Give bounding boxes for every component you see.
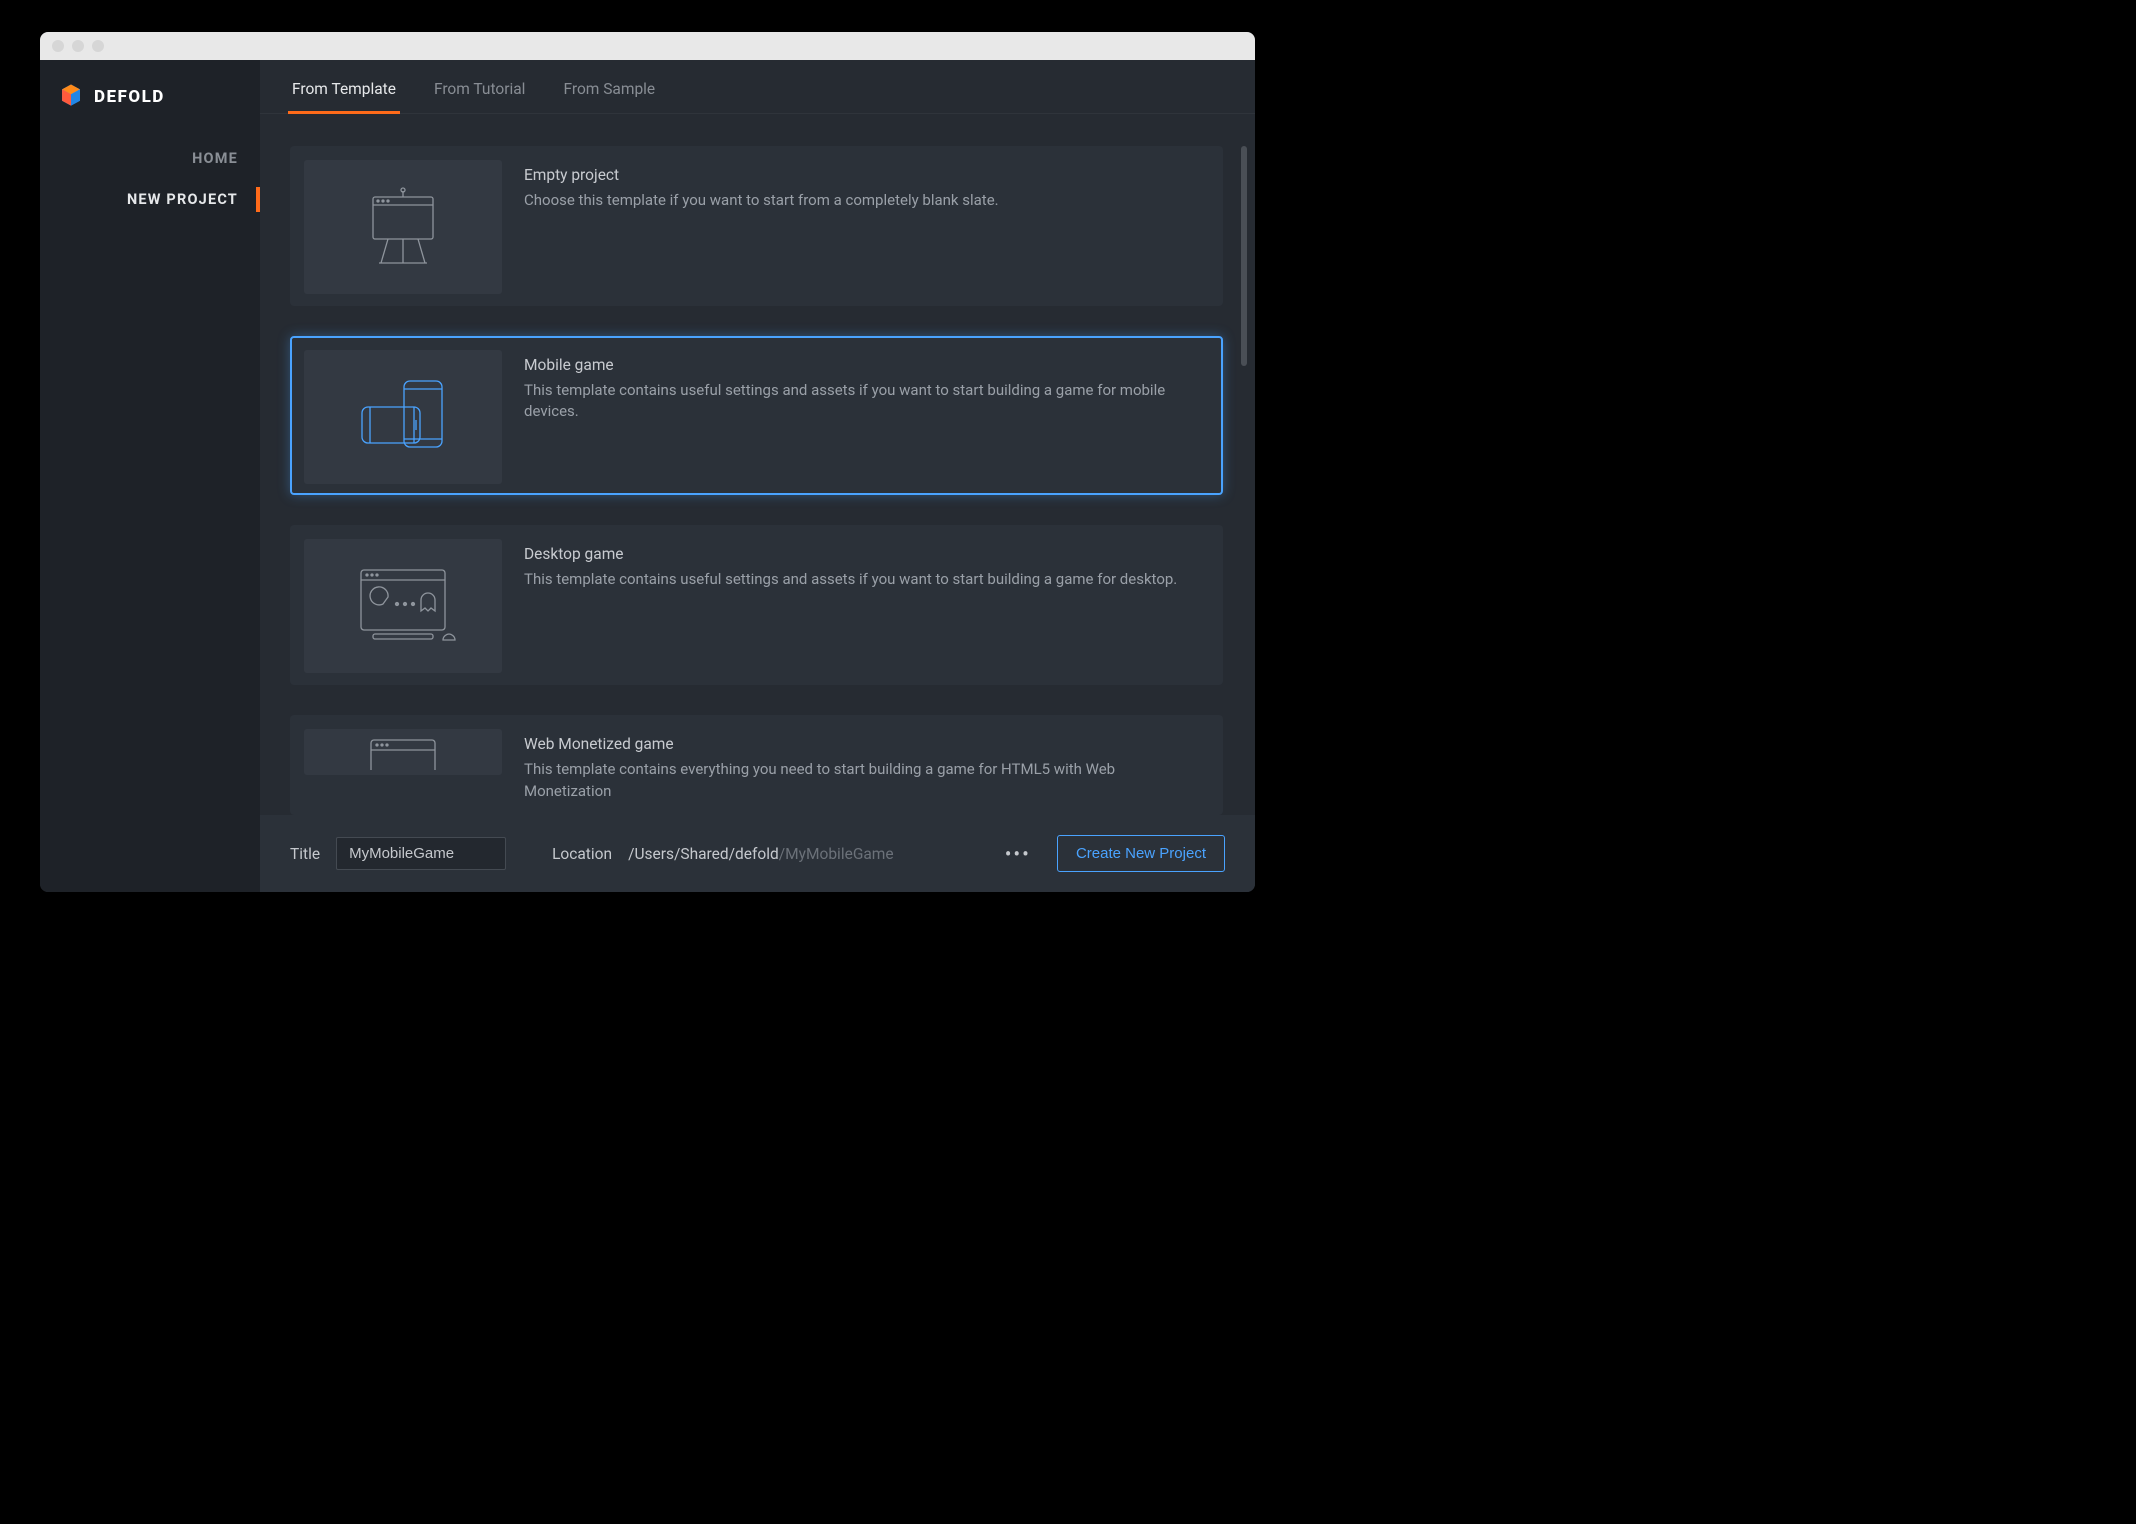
scrollbar[interactable] [1241, 114, 1255, 815]
template-scroll-area: Empty project Choose this template if yo… [260, 114, 1255, 815]
template-description: This template contains useful settings a… [524, 569, 1177, 591]
defold-logo-icon [58, 82, 84, 112]
template-title: Empty project [524, 166, 999, 184]
tab-from-template[interactable]: From Template [290, 60, 398, 113]
button-label: Create New Project [1076, 845, 1206, 862]
template-web-monetized-game[interactable]: Web Monetized game This template contain… [290, 715, 1223, 815]
sidebar-item-new-project[interactable]: NEW PROJECT [40, 179, 260, 220]
sidebar-item-home[interactable]: HOME [40, 138, 260, 179]
sidebar-nav: HOME NEW PROJECT [40, 138, 260, 220]
maximize-window-icon[interactable] [92, 40, 104, 52]
template-title: Desktop game [524, 545, 1177, 563]
scrollbar-thumb[interactable] [1241, 146, 1247, 366]
tab-bar: From Template From Tutorial From Sample [260, 60, 1255, 114]
desktop-pacman-icon [343, 556, 463, 656]
footer-bar: Title Location /Users/Shared/defold/MyMo… [260, 815, 1255, 892]
tab-label: From Tutorial [434, 80, 526, 98]
template-text: Desktop game This template contains usef… [524, 539, 1177, 671]
template-desktop-game[interactable]: Desktop game This template contains usef… [290, 525, 1223, 685]
main-panel: From Template From Tutorial From Sample [260, 60, 1255, 892]
template-thumbnail [304, 350, 502, 484]
mobile-devices-icon [348, 367, 458, 467]
browser-window-icon [353, 730, 453, 774]
template-text: Mobile game This template contains usefu… [524, 350, 1203, 482]
location-label: Location [552, 845, 612, 863]
title-label: Title [290, 845, 320, 863]
tab-label: From Template [292, 80, 396, 98]
minimize-window-icon[interactable] [72, 40, 84, 52]
template-list: Empty project Choose this template if yo… [260, 114, 1241, 815]
more-options-button[interactable]: ••• [995, 836, 1041, 872]
brand-logo: DEFOLD [40, 60, 260, 138]
template-thumbnail [304, 729, 502, 775]
template-text: Empty project Choose this template if yo… [524, 160, 999, 292]
template-empty-project[interactable]: Empty project Choose this template if yo… [290, 146, 1223, 306]
tab-label: From Sample [563, 80, 655, 98]
easel-icon [353, 175, 453, 279]
template-text: Web Monetized game This template contain… [524, 729, 1203, 801]
tab-from-tutorial[interactable]: From Tutorial [432, 60, 528, 113]
location-base: /Users/Shared/defold [628, 845, 779, 863]
sidebar: DEFOLD HOME NEW PROJECT [40, 60, 260, 892]
template-mobile-game[interactable]: Mobile game This template contains usefu… [290, 336, 1223, 496]
sidebar-item-label: HOME [192, 150, 238, 167]
sidebar-item-label: NEW PROJECT [127, 191, 238, 208]
template-title: Web Monetized game [524, 735, 1203, 753]
app-window: DEFOLD HOME NEW PROJECT From Template Fr… [40, 32, 1255, 892]
create-project-button[interactable]: Create New Project [1057, 835, 1225, 872]
template-thumbnail [304, 539, 502, 673]
ellipsis-icon: ••• [1005, 842, 1031, 866]
template-thumbnail [304, 160, 502, 294]
location-path: /Users/Shared/defold/MyMobileGame [628, 844, 894, 863]
tab-from-sample[interactable]: From Sample [561, 60, 657, 113]
app-body: DEFOLD HOME NEW PROJECT From Template Fr… [40, 60, 1255, 892]
template-description: Choose this template if you want to star… [524, 190, 999, 212]
project-title-input[interactable] [336, 837, 506, 870]
template-description: This template contains useful settings a… [524, 380, 1203, 424]
close-window-icon[interactable] [52, 40, 64, 52]
brand-name: DEFOLD [94, 87, 165, 107]
mac-titlebar[interactable] [40, 32, 1255, 60]
location-suffix: /MyMobileGame [779, 845, 894, 863]
template-description: This template contains everything you ne… [524, 759, 1203, 803]
template-title: Mobile game [524, 356, 1203, 374]
